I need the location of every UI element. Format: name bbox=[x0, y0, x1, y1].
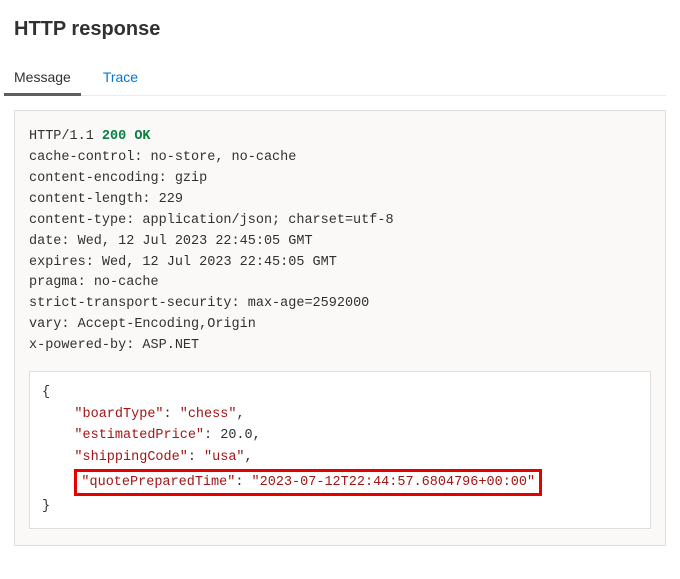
tab-message[interactable]: Message bbox=[14, 61, 71, 95]
response-panel: HTTP/1.1 200 OK cache-control: no-store,… bbox=[14, 110, 666, 546]
json-val-estimatedPrice: 20.0 bbox=[220, 428, 252, 443]
header-line: x-powered-by: ASP.NET bbox=[29, 338, 199, 353]
response-headers: HTTP/1.1 200 OK cache-control: no-store,… bbox=[29, 127, 651, 357]
page-title: HTTP response bbox=[14, 18, 666, 41]
highlight-annotation: "quotePreparedTime": "2023-07-12T22:44:5… bbox=[74, 469, 542, 497]
json-val-boardType: "chess" bbox=[180, 407, 237, 422]
response-body: { "boardType": "chess", "estimatedPrice"… bbox=[29, 371, 651, 529]
json-key-boardType: "boardType" bbox=[74, 407, 163, 422]
header-line: strict-transport-security: max-age=25920… bbox=[29, 296, 369, 311]
json-key-quotePreparedTime: "quotePreparedTime" bbox=[81, 475, 235, 490]
header-line: date: Wed, 12 Jul 2023 22:45:05 GMT bbox=[29, 234, 313, 249]
header-line: content-encoding: gzip bbox=[29, 171, 207, 186]
header-line: expires: Wed, 12 Jul 2023 22:45:05 GMT bbox=[29, 255, 337, 270]
json-key-estimatedPrice: "estimatedPrice" bbox=[74, 428, 204, 443]
http-protocol: HTTP/1.1 bbox=[29, 129, 94, 144]
header-line: pragma: no-cache bbox=[29, 275, 159, 290]
json-val-quotePreparedTime: "2023-07-12T22:44:57.6804796+00:00" bbox=[252, 475, 536, 490]
header-line: content-length: 229 bbox=[29, 192, 183, 207]
header-line: cache-control: no-store, no-cache bbox=[29, 150, 296, 165]
tab-bar: Message Trace bbox=[14, 61, 666, 96]
header-line: vary: Accept-Encoding,Origin bbox=[29, 317, 256, 332]
tab-trace[interactable]: Trace bbox=[103, 61, 138, 95]
json-key-shippingCode: "shippingCode" bbox=[74, 450, 187, 465]
http-status: 200 OK bbox=[102, 129, 151, 144]
json-val-shippingCode: "usa" bbox=[204, 450, 245, 465]
header-line: content-type: application/json; charset=… bbox=[29, 213, 394, 228]
